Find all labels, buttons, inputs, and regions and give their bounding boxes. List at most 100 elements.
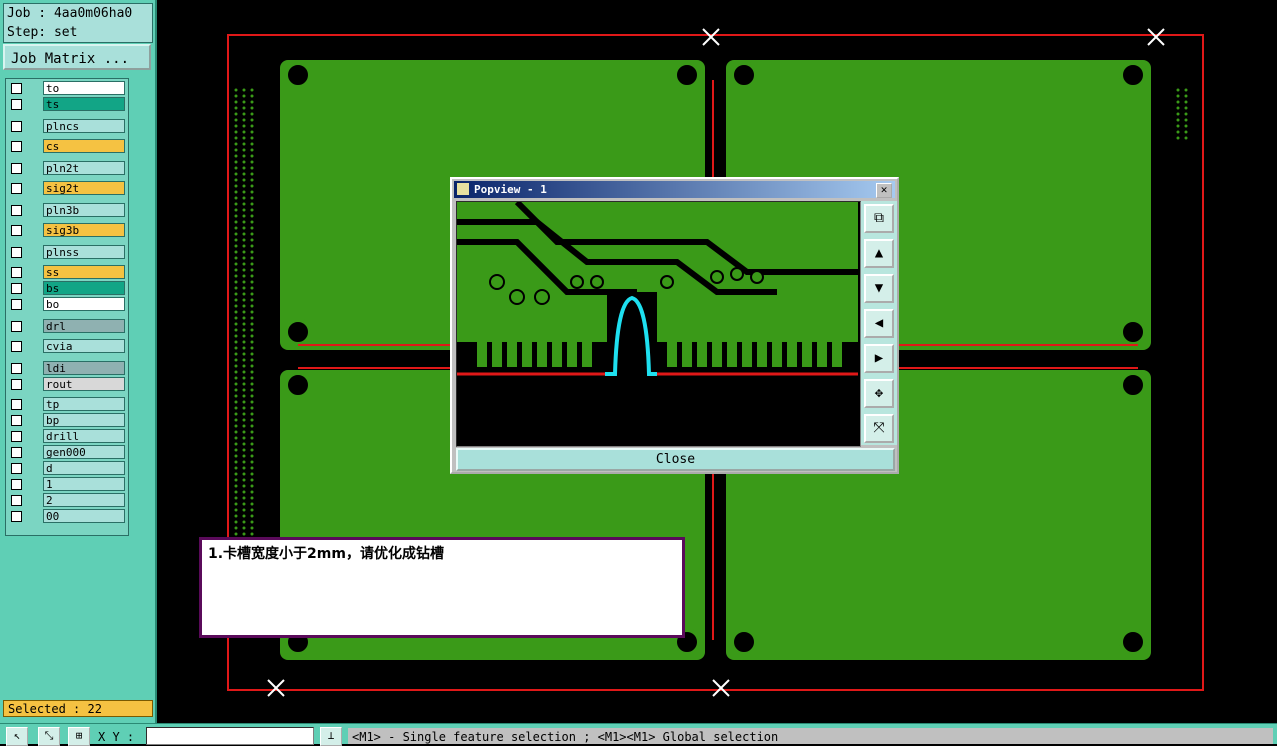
layer-name[interactable]: ss xyxy=(43,265,125,279)
layer-name[interactable]: ldi xyxy=(43,361,125,375)
layer-name[interactable]: sig2t xyxy=(43,181,125,195)
step-name: Step: set xyxy=(7,25,78,40)
popview-close-button[interactable]: Close xyxy=(456,448,895,471)
layer-checkbox[interactable] xyxy=(11,99,22,110)
close-icon[interactable]: ✕ xyxy=(876,183,892,198)
layer-checkbox[interactable] xyxy=(11,415,22,426)
layer-checkbox[interactable] xyxy=(11,479,22,490)
layer-checkbox[interactable] xyxy=(11,267,22,278)
layer-row-tp[interactable]: tp xyxy=(8,397,126,412)
layer-list: to ts plncs cs pln2t sig2t pln3b sig3b plnss ss bs… xyxy=(5,78,129,536)
layer-name[interactable]: rout xyxy=(43,377,125,391)
layer-checkbox[interactable] xyxy=(11,225,22,236)
layer-checkbox[interactable] xyxy=(11,247,22,258)
layer-name[interactable]: bo xyxy=(43,297,125,311)
pan-up-icon[interactable]: ▲ xyxy=(864,239,894,268)
snap-icon[interactable]: ⊥ xyxy=(320,727,342,746)
measure-icon[interactable]: ⤡ xyxy=(38,727,60,746)
layer-row-to[interactable]: to xyxy=(8,81,126,96)
layer-name[interactable]: bp xyxy=(43,413,125,427)
layer-row-ss[interactable]: ss xyxy=(8,265,126,280)
layer-name[interactable]: cs xyxy=(43,139,125,153)
layer-row-drl[interactable]: drl xyxy=(8,319,126,334)
layer-name[interactable]: 1 xyxy=(43,477,125,491)
layer-checkbox[interactable] xyxy=(11,121,22,132)
job-matrix-button[interactable]: Job Matrix ... xyxy=(3,44,151,70)
layer-checkbox[interactable] xyxy=(11,341,22,352)
job-name: Job : 4aa0m06ha0 xyxy=(7,6,133,21)
layer-row-plnss[interactable]: plnss xyxy=(8,245,126,260)
popview-window: Popview - 1 ✕ ⧉ ▲ ▼ ◀ ▶ ✥ ⤧ Close xyxy=(450,177,899,474)
layer-checkbox[interactable] xyxy=(11,183,22,194)
status-message: <M1> - Single feature selection ; <M1><M… xyxy=(348,728,1273,744)
layer-row-plncs[interactable]: plncs xyxy=(8,119,126,134)
layer-row-ldi[interactable]: ldi xyxy=(8,361,126,376)
layer-row-bp[interactable]: bp xyxy=(8,413,126,428)
layer-checkbox[interactable] xyxy=(11,495,22,506)
layer-checkbox[interactable] xyxy=(11,511,22,522)
layer-row-bs[interactable]: bs xyxy=(8,281,126,296)
layer-checkbox[interactable] xyxy=(11,379,22,390)
layer-name[interactable]: pln2t xyxy=(43,161,125,175)
layer-checkbox[interactable] xyxy=(11,447,22,458)
layer-row-drill[interactable]: drill xyxy=(8,429,126,444)
layer-checkbox[interactable] xyxy=(11,299,22,310)
layer-row-1[interactable]: 1 xyxy=(8,477,126,492)
pan-left-icon[interactable]: ◀ xyxy=(864,309,894,338)
layer-checkbox[interactable] xyxy=(11,463,22,474)
layer-row-cs[interactable]: cs xyxy=(8,139,126,154)
layer-row-gen000[interactable]: gen000 xyxy=(8,445,126,460)
layer-checkbox[interactable] xyxy=(11,363,22,374)
layer-checkbox[interactable] xyxy=(11,205,22,216)
layer-name[interactable]: plncs xyxy=(43,119,125,133)
popview-title: Popview - 1 xyxy=(474,183,547,196)
popview-titlebar[interactable]: Popview - 1 ✕ xyxy=(454,181,895,198)
bottom-bar: ↖ ⤡ ⊞ X Y : ⊥ <M1> - Single feature sele… xyxy=(0,723,1277,746)
layer-name[interactable]: 00 xyxy=(43,509,125,523)
layer-name[interactable]: plnss xyxy=(43,245,125,259)
zoom-in-icon[interactable]: ⤧ xyxy=(864,414,894,443)
layer-row-sig2t[interactable]: sig2t xyxy=(8,181,126,196)
layer-row-pln2t[interactable]: pln2t xyxy=(8,161,126,176)
selected-count: Selected : 22 xyxy=(3,700,153,717)
layer-name[interactable]: sig3b xyxy=(43,223,125,237)
layer-name[interactable]: drl xyxy=(43,319,125,333)
layer-row-d[interactable]: d xyxy=(8,461,126,476)
zoom-out-icon[interactable]: ✥ xyxy=(864,379,894,408)
layer-row-bo[interactable]: bo xyxy=(8,297,126,312)
layer-row-pln3b[interactable]: pln3b xyxy=(8,203,126,218)
layer-name[interactable]: cvia xyxy=(43,339,125,353)
layer-name[interactable]: to xyxy=(43,81,125,95)
layer-checkbox[interactable] xyxy=(11,83,22,94)
layer-name[interactable]: tp xyxy=(43,397,125,411)
layer-row-sig3b[interactable]: sig3b xyxy=(8,223,126,238)
layer-name[interactable]: drill xyxy=(43,429,125,443)
layer-name[interactable]: bs xyxy=(43,281,125,295)
xy-coordinate-field[interactable] xyxy=(146,727,314,745)
grid-icon[interactable]: ⊞ xyxy=(68,727,90,746)
window-icon xyxy=(457,183,469,195)
layer-checkbox[interactable] xyxy=(11,431,22,442)
xy-label: X Y : xyxy=(98,730,135,744)
layer-name[interactable]: d xyxy=(43,461,125,475)
layer-checkbox[interactable] xyxy=(11,141,22,152)
pan-right-icon[interactable]: ▶ xyxy=(864,344,894,373)
zoom-fit-icon[interactable]: ⧉ xyxy=(864,204,894,233)
layer-name[interactable]: gen000 xyxy=(43,445,125,459)
layer-checkbox[interactable] xyxy=(11,163,22,174)
layer-row-2[interactable]: 2 xyxy=(8,493,126,508)
layer-checkbox[interactable] xyxy=(11,283,22,294)
layer-row-ts[interactable]: ts xyxy=(8,97,126,112)
layer-row-rout[interactable]: rout xyxy=(8,377,126,392)
pan-down-icon[interactable]: ▼ xyxy=(864,274,894,303)
select-arrow-icon[interactable]: ↖ xyxy=(6,727,28,746)
layer-name[interactable]: ts xyxy=(43,97,125,111)
layer-checkbox[interactable] xyxy=(11,321,22,332)
layer-row-cvia[interactable]: cvia xyxy=(8,339,126,354)
layer-checkbox[interactable] xyxy=(11,399,22,410)
layer-name[interactable]: 2 xyxy=(43,493,125,507)
popview-canvas[interactable] xyxy=(456,199,861,447)
job-info: Job : 4aa0m06ha0 Step: set xyxy=(3,3,153,43)
layer-row-00[interactable]: 00 xyxy=(8,509,126,524)
layer-name[interactable]: pln3b xyxy=(43,203,125,217)
